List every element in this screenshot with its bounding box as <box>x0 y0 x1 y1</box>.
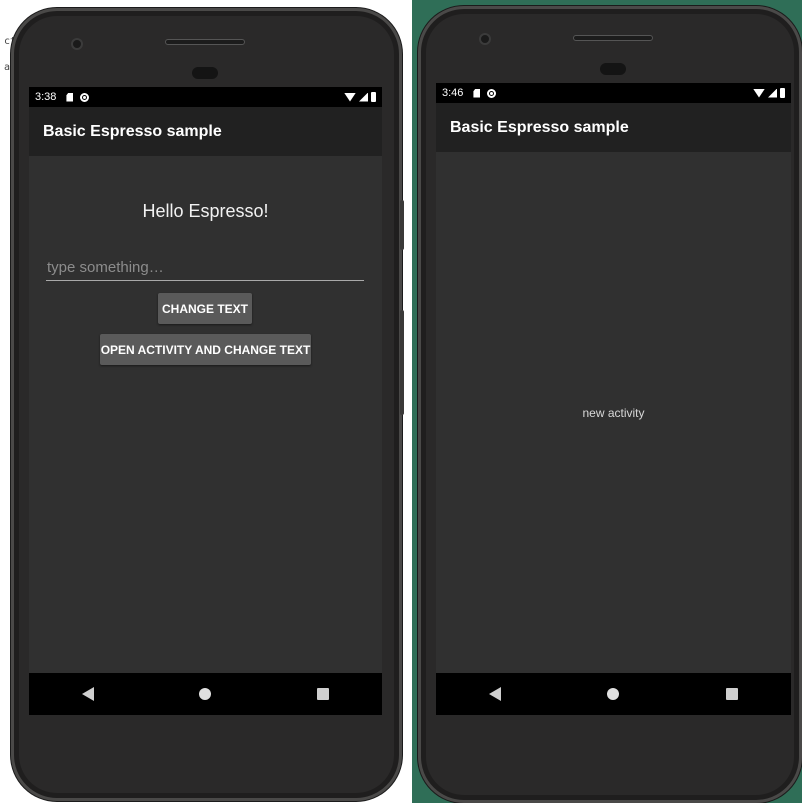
front-camera-icon <box>479 33 491 45</box>
sensor-notch <box>600 63 626 75</box>
status-time: 3:38 <box>35 91 57 103</box>
sync-icon <box>487 88 497 98</box>
new-activity-text: new activity <box>582 406 645 420</box>
recents-icon[interactable] <box>725 688 738 700</box>
app-bar: Basic Espresso sample <box>436 103 791 152</box>
wifi-icon <box>753 88 765 98</box>
signal-icon <box>768 88 777 98</box>
recents-icon[interactable] <box>317 688 330 700</box>
status-bar: 3:46 <box>436 83 791 103</box>
volume-button <box>400 310 404 415</box>
signal-icon <box>359 92 368 102</box>
open-activity-button[interactable]: OPEN ACTIVITY AND CHANGE TEXT <box>100 334 311 365</box>
front-camera-icon <box>71 38 83 50</box>
power-button <box>400 200 404 250</box>
back-icon[interactable] <box>489 687 502 701</box>
back-icon[interactable] <box>81 687 94 701</box>
battery-icon <box>371 92 376 102</box>
battery-icon <box>780 88 785 98</box>
app-bar: Basic Espresso sample <box>29 107 382 156</box>
status-bar: 3:38 <box>29 87 382 107</box>
wifi-icon <box>344 92 356 102</box>
background-text-fragment: a <box>4 62 11 73</box>
sd-card-icon <box>66 92 74 102</box>
text-input[interactable] <box>46 255 364 281</box>
sensor-notch <box>192 67 218 79</box>
sd-card-icon <box>473 88 481 98</box>
phone-screen-left: 3:38 Basic Espresso sample Hello Espress… <box>29 87 382 715</box>
home-icon[interactable] <box>199 688 212 700</box>
earpiece-speaker <box>573 35 653 41</box>
sync-icon <box>80 92 90 102</box>
status-time: 3:46 <box>442 87 464 99</box>
phone-screen-right: 3:46 Basic Espresso sample new activity <box>436 83 791 715</box>
earpiece-speaker <box>165 39 245 45</box>
hello-text: Hello Espresso! <box>142 201 269 221</box>
navigation-bar <box>436 673 791 715</box>
app-title: Basic Espresso sample <box>450 118 629 136</box>
change-text-button[interactable]: CHANGE TEXT <box>158 293 252 324</box>
navigation-bar <box>29 673 382 715</box>
app-title: Basic Espresso sample <box>43 122 222 140</box>
home-icon[interactable] <box>607 688 620 700</box>
